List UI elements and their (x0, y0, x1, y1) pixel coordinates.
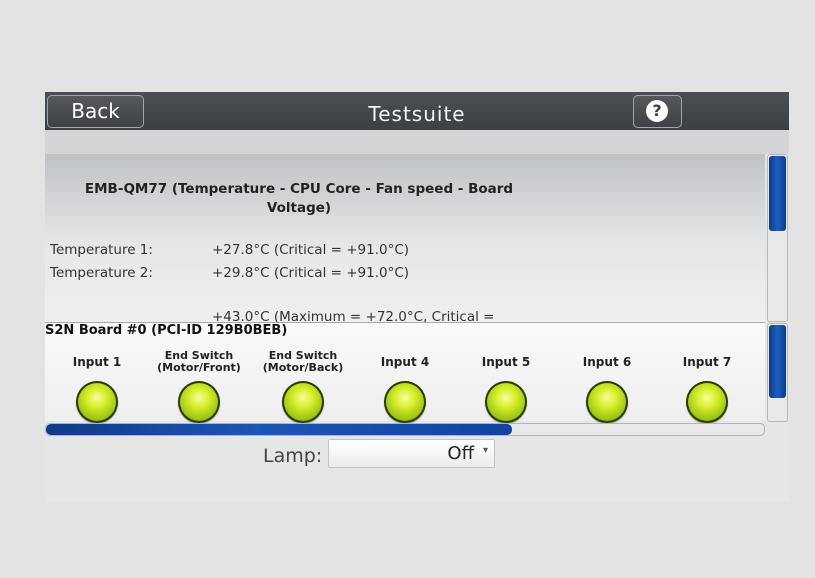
info-scrollbar-thumb[interactable] (769, 156, 786, 231)
led-indicator-icon (586, 381, 628, 423)
chevron-down-icon: ▾ (482, 445, 488, 456)
sensor-info-title-line1: EMB-QM77 (Temperature - CPU Core - Fan s… (84, 181, 514, 197)
input-indicator: Input 4 (357, 347, 453, 423)
temperature-row: Temperature 2: +29.8°C (Critical = +91.0°… (50, 265, 409, 281)
app-window: Testsuite Back ? EMB-QM77 (Temperature -… (45, 92, 789, 502)
sensor-info-title-line2: Voltage) (266, 200, 332, 216)
input-label-line2: (Motor/Front) (157, 361, 241, 374)
input-indicator: Input 7 (659, 347, 755, 423)
input-label-line2: (Motor/Back) (262, 361, 344, 374)
help-button[interactable]: ? (633, 95, 682, 128)
input-label-line1: Input 4 (380, 355, 430, 369)
screen-frame: Testsuite Back ? EMB-QM77 (Temperature -… (4, 4, 811, 574)
led-indicator-icon (686, 381, 728, 423)
input-label: Input 7 (659, 347, 755, 377)
board-title: S2N Board #0 (PCI-ID 129B0BEB) (45, 323, 288, 338)
led-indicator-icon (178, 381, 220, 423)
io-horizontal-scrollbar[interactable] (45, 423, 765, 436)
led-indicator-icon (76, 381, 118, 423)
io-horizontal-scrollbar-thumb[interactable] (46, 424, 512, 435)
input-indicator: Input 5 (458, 347, 554, 423)
input-indicator: Input 6 (559, 347, 655, 423)
led-indicator-icon (282, 381, 324, 423)
temperature-label: Temperature 2: (50, 265, 153, 281)
input-label-line1: Input 5 (481, 355, 531, 369)
input-label: Input 6 (559, 347, 655, 377)
input-indicator: Input 1 (49, 347, 145, 423)
input-label-line1: Input 7 (682, 355, 732, 369)
toolbar-spacer (45, 130, 789, 154)
led-indicator-icon (485, 381, 527, 423)
temperature-value: +29.8°C (Critical = +91.0°C) (212, 265, 410, 281)
lamp-label: Lamp: (263, 445, 323, 467)
info-scrollbar[interactable] (767, 154, 788, 322)
io-panel: S2N Board #0 (PCI-ID 129B0BEB) Input 1 E… (45, 323, 765, 423)
help-icon: ? (646, 100, 668, 122)
input-indicator: End Switch (Motor/Front) (151, 347, 247, 423)
input-label-line1: Input 1 (72, 355, 122, 369)
temperature-row: Temperature 1: +27.8°C (Critical = +91.0°… (50, 242, 409, 258)
led-indicator-icon (384, 381, 426, 423)
temperature-partial-line: +43.0°C (Maximum = +72.0°C, Critical = (212, 309, 495, 323)
io-scrollbar[interactable] (767, 323, 788, 422)
sensor-info-title: EMB-QM77 (Temperature - CPU Core - Fan s… (69, 180, 529, 218)
lamp-select-value: Off (447, 443, 474, 464)
sensor-info-panel: EMB-QM77 (Temperature - CPU Core - Fan s… (45, 154, 765, 323)
temperature-value: +27.8°C (Critical = +91.0°C) (212, 242, 410, 258)
input-label: Input 5 (458, 347, 554, 377)
input-label: End Switch (Motor/Front) (151, 347, 247, 377)
back-button[interactable]: Back (47, 95, 144, 128)
input-indicator: End Switch (Motor/Back) (255, 347, 351, 423)
input-label-line1: Input 6 (582, 355, 632, 369)
input-label: Input 1 (49, 347, 145, 377)
input-label: End Switch (Motor/Back) (255, 347, 351, 377)
input-label: Input 4 (357, 347, 453, 377)
title-bar: Testsuite Back ? (45, 92, 789, 130)
io-scrollbar-thumb[interactable] (769, 325, 786, 398)
temperature-label: Temperature 1: (50, 242, 153, 258)
lamp-select[interactable]: Off ▾ (328, 439, 495, 468)
